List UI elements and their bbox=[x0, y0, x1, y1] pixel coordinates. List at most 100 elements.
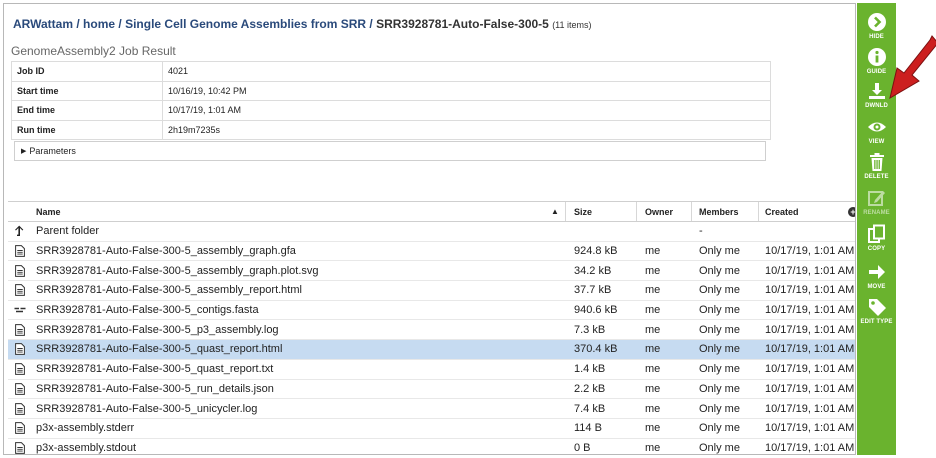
row-members: Only me bbox=[699, 264, 740, 277]
table-row[interactable]: SRR3928781-Auto-False-300-5_quast_report… bbox=[8, 360, 855, 380]
meta-key: End time bbox=[11, 100, 163, 121]
doc-icon bbox=[12, 320, 28, 339]
doc-icon bbox=[12, 242, 28, 261]
arrow-right-icon bbox=[866, 261, 888, 283]
row-name: Parent folder bbox=[36, 225, 99, 238]
row-members: Only me bbox=[699, 402, 740, 415]
breadcrumb-home[interactable]: home bbox=[83, 17, 115, 31]
table-row[interactable]: SRR3928781-Auto-False-300-5_p3_assembly.… bbox=[8, 320, 855, 341]
doc-icon bbox=[12, 281, 28, 300]
row-members: Only me bbox=[699, 245, 740, 258]
doc-icon bbox=[12, 340, 28, 359]
row-created: 10/17/19, 1:01 AM bbox=[765, 304, 855, 317]
eye-icon bbox=[866, 116, 888, 138]
column-divider bbox=[565, 202, 566, 221]
table-row[interactable]: SRR3928781-Auto-False-300-5_assembly_rep… bbox=[8, 281, 855, 301]
table-row[interactable]: p3x-assembly.stdout 0 B me Only me 10/17/19,… bbox=[8, 439, 855, 454]
table-row[interactable]: SRR3928781-Auto-False-300-5_unicycler.lo… bbox=[8, 399, 855, 419]
doc-icon bbox=[12, 261, 28, 280]
add-column-icon[interactable]: + bbox=[848, 207, 855, 217]
table-row-parent-folder[interactable]: Parent folder - bbox=[8, 222, 855, 242]
row-name: p3x-assembly.stderr bbox=[36, 422, 135, 435]
table-row[interactable]: SRR3928781-Auto-False-300-5_quast_report… bbox=[8, 340, 855, 360]
row-name: SRR3928781-Auto-False-300-5_assembly_gra… bbox=[36, 264, 319, 277]
row-owner: me bbox=[645, 284, 661, 297]
doc-icon bbox=[12, 419, 28, 438]
table-row[interactable]: SRR3928781-Auto-False-300-5_assembly_gra… bbox=[8, 242, 855, 262]
doc-icon bbox=[12, 360, 28, 379]
row-name: SRR3928781-Auto-False-300-5_contigs.fast… bbox=[36, 304, 259, 317]
row-size: 1.4 kB bbox=[574, 363, 606, 376]
column-header-members[interactable]: Members bbox=[699, 202, 739, 221]
row-owner: me bbox=[645, 264, 661, 277]
file-table: Name ▲ Size Owner Members Created + Pare… bbox=[8, 201, 855, 454]
row-name: p3x-assembly.stdout bbox=[36, 441, 137, 454]
row-size: 34.2 kB bbox=[574, 264, 612, 277]
row-members: Only me bbox=[699, 343, 740, 356]
parameters-label: Parameters bbox=[29, 146, 76, 156]
row-members: - bbox=[699, 225, 703, 238]
view-button[interactable]: VIEW bbox=[857, 116, 896, 152]
tag-icon bbox=[866, 296, 888, 318]
meta-key: Job ID bbox=[11, 61, 163, 82]
row-created: 10/17/19, 1:01 AM bbox=[765, 441, 855, 454]
move-button[interactable]: MOVE bbox=[857, 261, 896, 297]
row-owner: me bbox=[645, 402, 661, 415]
row-name: SRR3928781-Auto-False-300-5_quast_report… bbox=[36, 363, 274, 376]
table-row[interactable]: SRR3928781-Auto-False-300-5_assembly_gra… bbox=[8, 261, 855, 282]
meta-value: 2h19m7235s bbox=[162, 119, 771, 140]
meta-value: 10/16/19, 10:42 PM bbox=[162, 80, 771, 101]
table-row[interactable]: SRR3928781-Auto-False-300-5_run_details.… bbox=[8, 380, 855, 400]
row-size: 7.3 kB bbox=[574, 323, 606, 336]
column-header-owner[interactable]: Owner bbox=[645, 202, 673, 221]
table-row[interactable]: p3x-assembly.stderr 114 B me Only me 10/17/1… bbox=[8, 419, 855, 439]
row-owner: me bbox=[645, 382, 661, 395]
row-size: 924.8 kB bbox=[574, 245, 618, 258]
workspace-panel: ARWattam / home / Single Cell Genome Ass… bbox=[3, 3, 856, 455]
row-members: Only me bbox=[699, 323, 740, 336]
row-created: 10/17/19, 1:01 AM bbox=[765, 323, 855, 336]
meta-row-start-time: Start time 10/16/19, 10:42 PM bbox=[11, 80, 771, 101]
sort-ascending-icon[interactable]: ▲ bbox=[551, 202, 559, 221]
doc-icon bbox=[12, 380, 28, 399]
edit-type-button[interactable]: EDIT TYPE bbox=[857, 296, 896, 332]
meta-value: 10/17/19, 1:01 AM bbox=[162, 100, 771, 121]
row-name: SRR3928781-Auto-False-300-5_quast_report… bbox=[36, 343, 283, 356]
row-created: 10/17/19, 1:01 AM bbox=[765, 245, 855, 258]
row-created: 10/17/19, 1:01 AM bbox=[765, 422, 855, 435]
row-members: Only me bbox=[699, 284, 740, 297]
breadcrumb-root[interactable]: ARWattam bbox=[13, 17, 73, 31]
row-name: SRR3928781-Auto-False-300-5_assembly_rep… bbox=[36, 284, 302, 297]
row-size: 370.4 kB bbox=[574, 343, 618, 356]
row-size: 7.4 kB bbox=[574, 402, 606, 415]
row-members: Only me bbox=[699, 422, 740, 435]
row-size: 114 B bbox=[574, 422, 602, 435]
column-header-size[interactable]: Size bbox=[574, 202, 592, 221]
row-created: 10/17/19, 1:01 AM bbox=[765, 402, 855, 415]
column-header-created[interactable]: Created bbox=[765, 202, 799, 221]
job-result-title: GenomeAssembly2 Job Result bbox=[11, 44, 176, 58]
annotation-arrow-icon bbox=[889, 35, 936, 100]
delete-button[interactable]: DELETE bbox=[857, 151, 896, 187]
row-owner: me bbox=[645, 323, 661, 336]
move-label: MOVE bbox=[867, 284, 886, 290]
parameters-toggle[interactable]: ▶ Parameters bbox=[14, 141, 766, 161]
column-header-name[interactable]: Name bbox=[36, 202, 61, 221]
breadcrumb-folder[interactable]: Single Cell Genome Assemblies from SRR bbox=[125, 17, 366, 31]
doc-icon bbox=[12, 439, 28, 454]
column-divider bbox=[636, 202, 637, 221]
rename-button[interactable]: RENAME bbox=[857, 187, 896, 223]
breadcrumb-separator: / bbox=[369, 17, 373, 31]
copy-label: COPY bbox=[867, 246, 886, 252]
edit-icon bbox=[866, 187, 888, 209]
row-name: SRR3928781-Auto-False-300-5_p3_assembly.… bbox=[36, 323, 279, 336]
table-header: Name ▲ Size Owner Members Created + bbox=[8, 201, 855, 222]
item-count: (11 items) bbox=[552, 20, 592, 30]
row-owner: me bbox=[645, 422, 661, 435]
row-created: 10/17/19, 1:01 AM bbox=[765, 363, 855, 376]
row-members: Only me bbox=[699, 363, 740, 376]
table-row[interactable]: SRR3928781-Auto-False-300-5_contigs.fast… bbox=[8, 301, 855, 321]
row-created: 10/17/19, 1:01 AM bbox=[765, 264, 855, 277]
trash-icon bbox=[866, 151, 888, 173]
copy-button[interactable]: COPY bbox=[857, 223, 896, 259]
